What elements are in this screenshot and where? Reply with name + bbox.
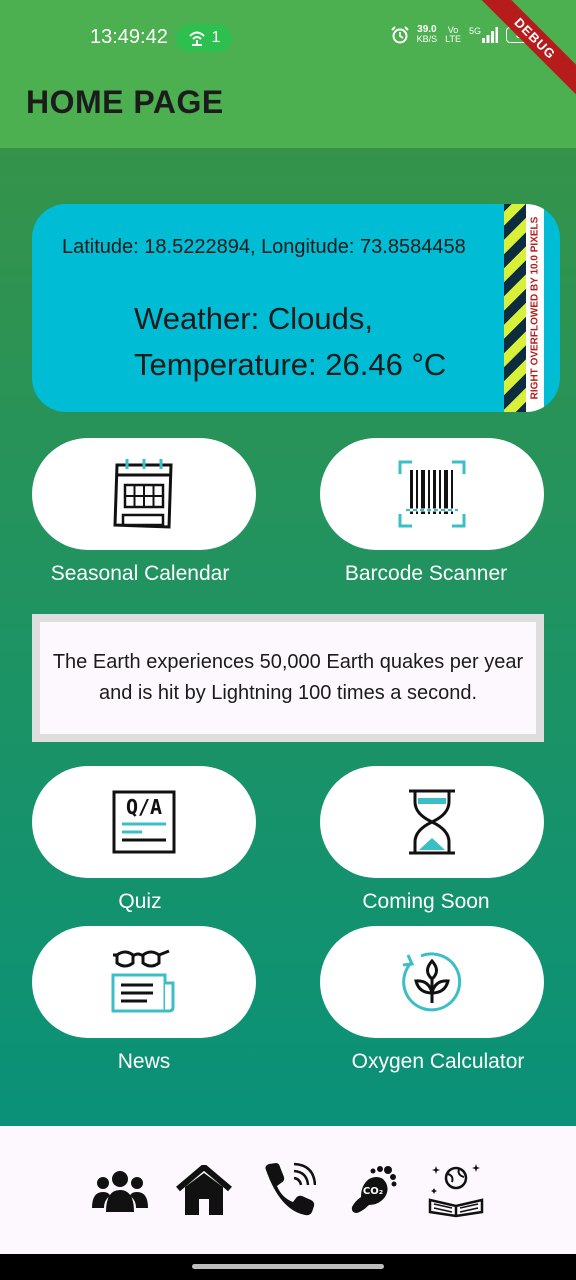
coming-soon-button[interactable] xyxy=(320,766,544,878)
gesture-bar xyxy=(0,1254,576,1280)
status-time: 13:49:42 xyxy=(90,26,168,48)
page-title: HOME PAGE xyxy=(26,84,224,120)
weather-info: Weather: Clouds, Temperature: 26.46 °C xyxy=(134,296,446,388)
temperature: Temperature: 26.46 °C xyxy=(134,347,447,382)
plant-cycle-icon xyxy=(402,952,462,1012)
quiz-button[interactable]: Q/A xyxy=(32,766,256,878)
home-icon xyxy=(176,1165,232,1215)
news-button[interactable] xyxy=(32,926,256,1038)
debug-banner: DEBUG xyxy=(456,0,576,120)
hourglass-icon xyxy=(409,789,455,855)
nav-community[interactable] xyxy=(91,1161,149,1219)
community-icon xyxy=(92,1171,148,1212)
quiz-label: Quiz xyxy=(118,890,162,913)
weather-card: Latitude: 18.5222894, Longitude: 73.8584… xyxy=(32,204,560,412)
quiz-icon-text: Q/A xyxy=(126,795,162,819)
seasonal-calendar-button[interactable] xyxy=(32,438,256,550)
oxygen-calculator-label: Oxygen Calculator xyxy=(351,1050,525,1073)
nav-phone[interactable] xyxy=(259,1161,317,1219)
home-indicator[interactable] xyxy=(192,1264,384,1269)
knowledge-book-icon xyxy=(428,1164,484,1218)
oxygen-calculator-button[interactable] xyxy=(320,926,544,1038)
hotspot-count: 1 xyxy=(211,29,221,46)
quiz-icon: Q/A xyxy=(112,790,176,854)
barcode-scanner-icon xyxy=(398,460,466,528)
coordinates-text: Latitude: 18.5222894, Longitude: 73.8584… xyxy=(62,236,466,258)
fact-text: The Earth experiences 50,000 Earth quake… xyxy=(40,622,536,734)
overflow-warning: RIGHT OVERFLOWED BY 10.0 PIXELS xyxy=(526,204,544,412)
overflow-warning-text: RIGHT OVERFLOWED BY 10.0 PIXELS xyxy=(529,216,541,400)
alarm-icon xyxy=(390,25,409,43)
calendar-icon xyxy=(113,459,173,529)
nav-knowledge[interactable] xyxy=(427,1161,485,1219)
nav-home[interactable] xyxy=(175,1161,233,1219)
news-icon xyxy=(111,949,175,1013)
hotspot-indicator: 1 xyxy=(176,24,232,52)
fact-card: The Earth experiences 50,000 Earth quake… xyxy=(32,614,544,742)
bottom-navigation: CO₂ xyxy=(0,1126,576,1254)
carbon-footprint-icon: CO₂ xyxy=(351,1166,397,1213)
barcode-scanner-button[interactable] xyxy=(320,438,544,550)
coming-soon-label: Coming Soon xyxy=(362,890,490,913)
phone-icon xyxy=(265,1162,316,1216)
news-label: News xyxy=(117,1050,171,1073)
hotspot-icon xyxy=(188,31,205,46)
nav-carbon-footprint[interactable]: CO₂ xyxy=(343,1161,401,1219)
weather-condition: Weather: Clouds, xyxy=(134,301,373,336)
net-speed: 39.0 KB/S xyxy=(416,24,438,44)
debug-label: DEBUG xyxy=(474,0,576,99)
barcode-scanner-label: Barcode Scanner xyxy=(344,562,508,585)
seasonal-calendar-label: Seasonal Calendar xyxy=(50,562,230,585)
co2-icon-text: CO₂ xyxy=(363,1186,383,1197)
